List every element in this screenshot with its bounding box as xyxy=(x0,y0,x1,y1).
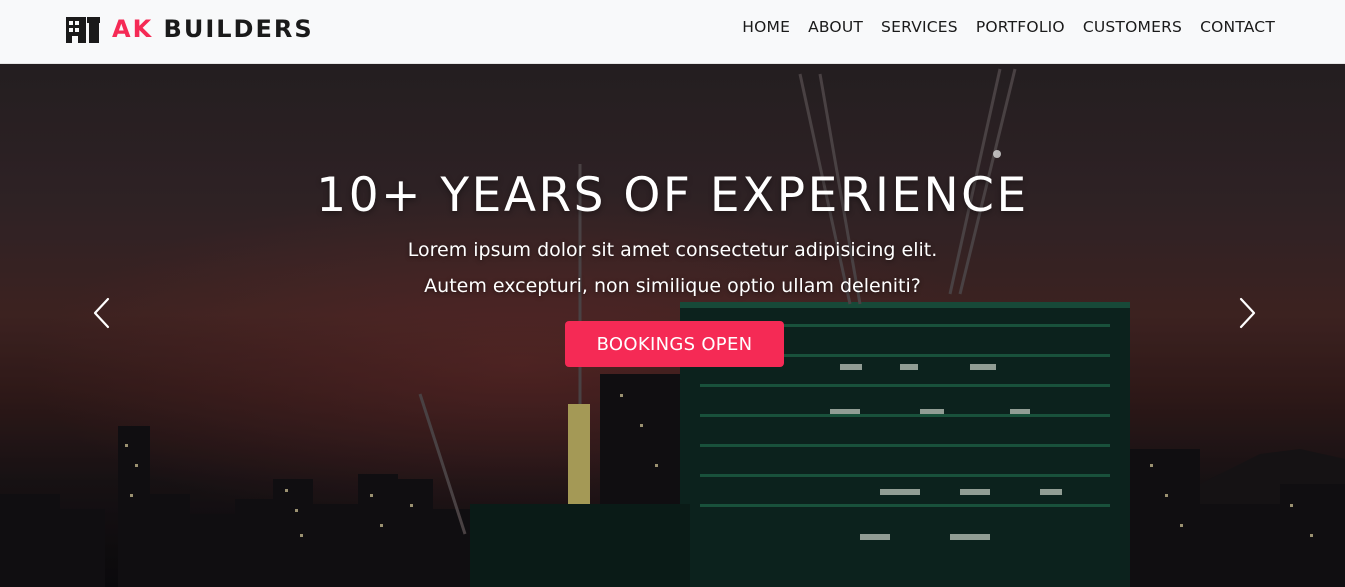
hero-carousel: 10+ YEARS OF EXPERIENCE Lorem ipsum dolo… xyxy=(0,64,1345,587)
nav-links: HOME ABOUT SERVICES PORTFOLIO CUSTOMERS … xyxy=(724,18,1275,36)
brand-name: AK BUILDERS xyxy=(112,15,314,43)
chevron-right-icon[interactable] xyxy=(1235,296,1259,330)
bookings-open-button[interactable]: BOOKINGS OPEN xyxy=(565,321,784,367)
hero-subtitle-line-2: Autem excepturi, non similique optio ull… xyxy=(424,275,921,297)
navbar: AK BUILDERS HOME ABOUT SERVICES PORTFOLI… xyxy=(0,0,1345,64)
brand-word: BUILDERS xyxy=(163,15,314,43)
nav-link-home[interactable]: HOME xyxy=(724,18,790,36)
nav-link-portfolio[interactable]: PORTFOLIO xyxy=(958,18,1065,36)
brand-logo-link[interactable]: AK BUILDERS xyxy=(66,14,314,44)
brand-accent: AK xyxy=(112,15,154,43)
nav-link-contact[interactable]: CONTACT xyxy=(1182,18,1275,36)
nav-link-customers[interactable]: CUSTOMERS xyxy=(1065,18,1182,36)
chevron-left-icon[interactable] xyxy=(90,296,114,330)
nav-link-about[interactable]: ABOUT xyxy=(790,18,863,36)
building-icon xyxy=(66,17,100,43)
nav-link-services[interactable]: SERVICES xyxy=(863,18,958,36)
hero-title: 10+ YEARS OF EXPERIENCE xyxy=(316,168,1029,223)
hero-subtitle-line-1: Lorem ipsum dolor sit amet consectetur a… xyxy=(407,239,938,261)
